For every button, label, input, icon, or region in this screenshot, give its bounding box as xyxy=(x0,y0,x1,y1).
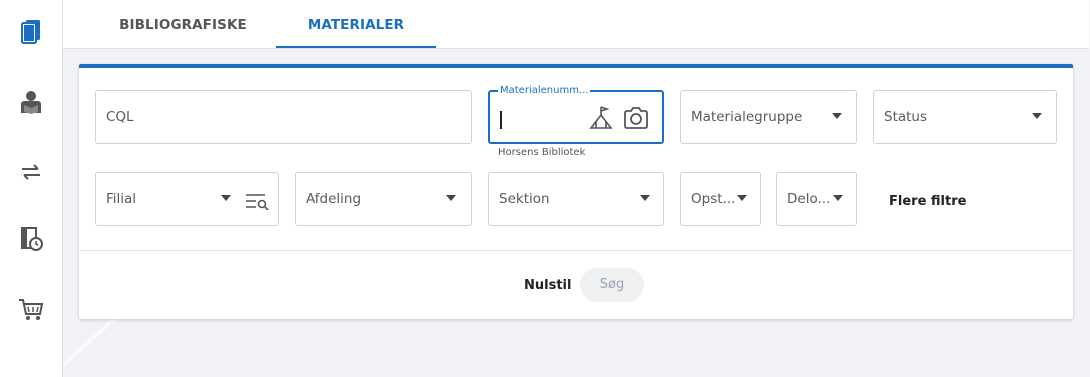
chevron-down-icon xyxy=(1032,113,1042,119)
transfer-arrows-icon[interactable] xyxy=(17,158,45,186)
search-panel: CQL Materialenumm... Horsens Bibliotek M… xyxy=(79,64,1073,319)
reset-button[interactable]: Nulstil xyxy=(524,278,571,293)
chevron-down-icon xyxy=(640,195,650,201)
sublocation-select[interactable]: Delo... xyxy=(776,172,857,226)
sublocation-label: Delo... xyxy=(787,191,831,207)
reader-icon[interactable] xyxy=(17,88,45,116)
camera-icon[interactable] xyxy=(623,106,649,134)
chevron-down-icon xyxy=(832,113,842,119)
section-label: Sektion xyxy=(499,191,550,207)
main-area: BIBLIOGRAFISKE POSTER MATERIALER CQL Mat… xyxy=(63,0,1090,377)
material-group-select[interactable]: Materialegruppe xyxy=(680,90,857,144)
chevron-down-icon xyxy=(221,195,231,201)
cql-input[interactable]: CQL xyxy=(95,90,472,144)
chevron-down-icon xyxy=(737,195,747,201)
search-button[interactable]: Søg xyxy=(580,268,644,302)
cql-placeholder: CQL xyxy=(106,109,134,125)
text-cursor xyxy=(500,111,502,129)
section-select[interactable]: Sektion xyxy=(488,172,664,226)
sidebar xyxy=(0,0,63,377)
material-group-label: Materialegruppe xyxy=(691,109,803,125)
chevron-down-icon xyxy=(833,195,843,201)
tab-bibliographic-records[interactable]: BIBLIOGRAFISKE POSTER xyxy=(88,0,278,83)
shelf-select[interactable]: Opst... xyxy=(680,172,761,226)
branch-select[interactable]: Filial xyxy=(95,172,279,226)
filter-search-icon[interactable] xyxy=(245,192,271,214)
books-icon[interactable] xyxy=(17,18,45,46)
due-date-book-icon[interactable] xyxy=(17,225,45,253)
cart-icon[interactable] xyxy=(17,295,45,323)
material-number-helper: Horsens Bibliotek xyxy=(498,147,586,158)
status-label: Status xyxy=(884,109,928,125)
shelf-label: Opst... xyxy=(691,191,736,207)
material-number-input[interactable]: Materialenumm... xyxy=(488,85,664,144)
branch-label: Filial xyxy=(106,191,137,207)
circulation-icon[interactable] xyxy=(588,105,614,135)
more-filters-link[interactable]: Flere filtre xyxy=(889,194,966,209)
department-select[interactable]: Afdeling xyxy=(295,172,472,226)
divider xyxy=(79,250,1073,251)
status-select[interactable]: Status xyxy=(873,90,1057,144)
chevron-down-icon xyxy=(446,195,456,201)
material-number-label: Materialenumm... xyxy=(498,85,591,96)
tab-materials[interactable]: MATERIALER xyxy=(276,0,436,48)
department-label: Afdeling xyxy=(306,191,362,207)
tab-bar: BIBLIOGRAFISKE POSTER MATERIALER xyxy=(63,0,1089,83)
